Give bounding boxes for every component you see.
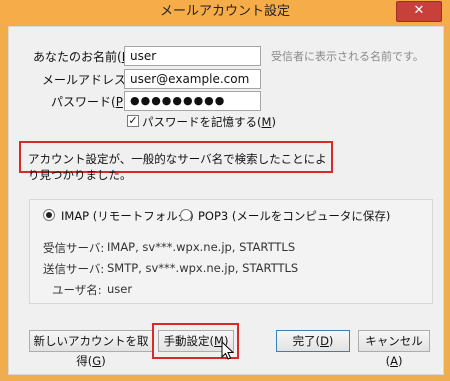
username-label: ユーザ名:	[52, 283, 102, 297]
close-button[interactable]: ✕	[396, 1, 442, 22]
cancel-button[interactable]: キャンセル(A)	[358, 330, 430, 368]
status-highlight-box: アカウント設定が、一般的なサーバ名で検索したことにより見つかりました。	[19, 141, 333, 182]
account-config-group: IMAP (リモートフォルダ) POP3 (メールをコンピュータに保存) 受信サ…	[29, 199, 433, 304]
incoming-server-value: IMAP, sv***.wpx.ne.jp, STARTTLS	[107, 240, 296, 254]
email-input[interactable]: user@example.com	[124, 69, 261, 89]
imap-radio[interactable]	[43, 209, 55, 221]
new-account-button[interactable]: 新しいアカウントを取得(G)	[29, 330, 153, 368]
password-label: パスワード(P):	[51, 95, 132, 109]
mouse-pointer-icon	[221, 341, 235, 360]
outgoing-server-value: SMTP, sv***.wpx.ne.jp, STARTTLS	[107, 261, 299, 275]
check-icon: ✓	[128, 114, 138, 127]
remember-password-checkbox[interactable]: ✓	[127, 115, 139, 127]
name-hint: 受信者に表示される名前です。	[271, 50, 424, 63]
radio-selected-dot	[46, 212, 52, 218]
pop3-radio[interactable]	[180, 209, 192, 221]
remember-password-label[interactable]: パスワードを記憶する(M)	[142, 114, 276, 130]
dialog-window: メールアカウント設定 ✕ あなたのお名前(N): user 受信者に表示される名…	[0, 0, 450, 381]
pop3-label[interactable]: POP3 (メールをコンピュータに保存)	[198, 208, 390, 224]
imap-label[interactable]: IMAP (リモートフォルダ)	[61, 208, 194, 224]
incoming-server-label: 受信サーバ:	[43, 241, 105, 255]
done-button[interactable]: 完了(D)	[276, 330, 350, 352]
close-icon: ✕	[413, 3, 425, 18]
status-message: アカウント設定が、一般的なサーバ名で検索したことにより見つかりました。	[28, 152, 327, 182]
password-input[interactable]: ●●●●●●●●●	[124, 91, 261, 111]
title-bar[interactable]: メールアカウント設定 ✕	[0, 0, 450, 26]
name-input[interactable]: user	[124, 46, 261, 66]
dialog-body: あなたのお名前(N): user 受信者に表示される名前です。 メールアドレス(…	[8, 26, 444, 375]
username-value: user	[107, 282, 133, 296]
outgoing-server-label: 送信サーバ:	[43, 262, 105, 276]
window-title: メールアカウント設定	[159, 4, 290, 19]
